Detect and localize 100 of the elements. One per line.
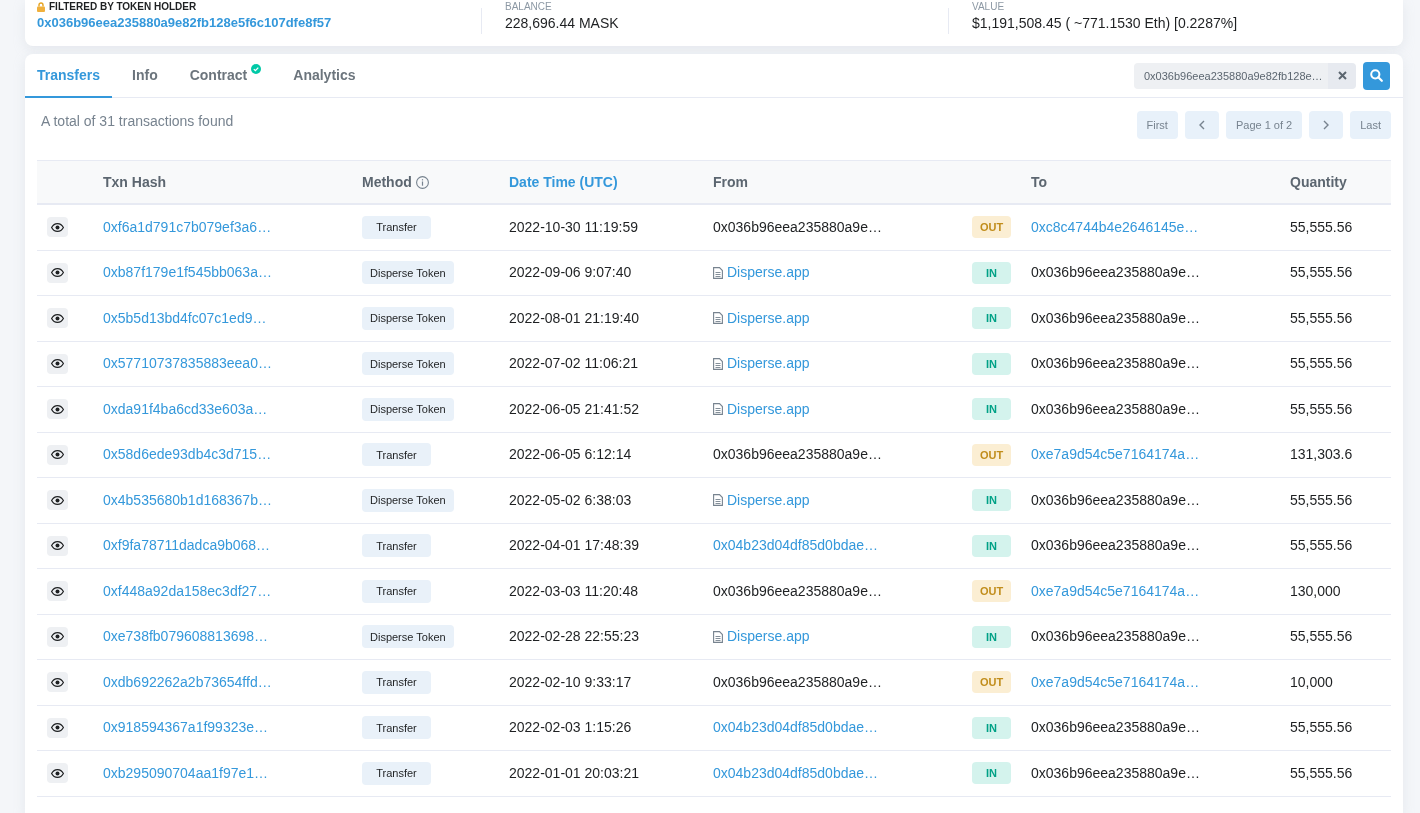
column-header-link[interactable]: Date Time (UTC) (509, 171, 618, 193)
from-address-link[interactable]: 0x04b23d04df85d0bdae… (713, 535, 879, 557)
to-address-link[interactable]: 0xe7a9d54c5e7164174a… (1031, 580, 1200, 602)
direction-tag: IN (972, 716, 1011, 739)
search-field[interactable]: 0x036b96eea235880a9e82fb128e… (1134, 62, 1328, 89)
info-icon (415, 175, 429, 189)
quantity-text: 55,555.56 (1290, 718, 1353, 738)
quantity-text: 55,555.56 (1290, 263, 1353, 283)
holder-address-link[interactable]: 0x036b96eea235880a9e82fb128e5f6c107dfe8f57 (37, 14, 332, 32)
txn-hash-link[interactable]: 0xda91f4ba6cd33e603a… (103, 398, 268, 420)
txn-hash-link[interactable]: 0x4b535680b1d168367b… (103, 489, 272, 511)
to-address: 0x036b96eea235880a9e… (1031, 354, 1200, 374)
contract-link[interactable]: Disperse.app (727, 353, 810, 375)
txn-hash-link[interactable]: 0xdb692262a2b73654ffd… (103, 671, 272, 693)
view-button[interactable] (47, 353, 68, 374)
first-page-button[interactable]: First (1136, 111, 1178, 139)
eye-icon (51, 450, 64, 460)
eye-icon (51, 541, 64, 551)
to-address-link[interactable]: 0xe7a9d54c5e7164174a… (1031, 444, 1200, 466)
view-button[interactable] (47, 763, 68, 784)
search-button[interactable] (1363, 61, 1390, 90)
contract-link[interactable]: Disperse.app (727, 489, 810, 511)
method-tag: Disperse Token (362, 261, 454, 285)
direction-tag: OUT (972, 216, 1011, 239)
view-button[interactable] (47, 717, 68, 738)
view-button[interactable] (47, 399, 68, 420)
document-icon (713, 357, 723, 370)
view-button[interactable] (47, 444, 68, 465)
column-header: From (713, 172, 748, 192)
eye-icon (51, 768, 64, 778)
quantity-text: 55,555.56 (1290, 763, 1353, 783)
tab[interactable]: Transfers (25, 54, 113, 98)
method-tag: Transfer (362, 579, 431, 603)
document-icon (713, 312, 723, 325)
tab[interactable]: Analytics (281, 54, 368, 98)
txn-hash-link[interactable]: 0x5b5d13bd4fc07c1ed9… (103, 307, 267, 329)
date-time-text: 2022-02-03 1:15:26 (509, 718, 632, 738)
direction-tag: OUT (972, 443, 1011, 466)
chevron-right-icon (1323, 120, 1330, 130)
close-icon (1337, 71, 1347, 80)
from-address-link[interactable]: 0x04b23d04df85d0bdae… (713, 717, 879, 739)
direction-tag: IN (972, 398, 1011, 421)
column-header: To (1031, 172, 1048, 192)
view-button[interactable] (47, 626, 68, 647)
date-time-text: 2022-06-05 6:12:14 (509, 445, 632, 465)
quantity-text: 55,555.56 (1290, 536, 1353, 556)
document-icon (713, 403, 723, 416)
tab[interactable]: Info (120, 54, 170, 98)
date-time-text: 2022-02-10 9:33:17 (509, 672, 632, 692)
value-label: VALUE (972, 0, 1005, 13)
view-button[interactable] (47, 672, 68, 693)
eye-icon (51, 677, 64, 687)
date-time-text: 2022-04-01 17:48:39 (509, 536, 639, 556)
to-address-link[interactable]: 0xe7a9d54c5e7164174a… (1031, 671, 1200, 693)
chevron-left-icon (1198, 120, 1205, 130)
method-tag: Transfer (362, 670, 431, 694)
clear-button[interactable] (1328, 62, 1356, 89)
view-button[interactable] (47, 535, 68, 556)
txn-hash-link[interactable]: 0x918594367a1f99323e… (103, 717, 269, 739)
view-button[interactable] (47, 262, 68, 283)
view-button[interactable] (47, 490, 68, 511)
quantity-text: 131,303.6 (1290, 445, 1353, 465)
column-header: Quantity (1290, 172, 1347, 192)
txn-hash-link[interactable]: 0x57710737835883eea0… (103, 353, 272, 375)
txn-hash-link[interactable]: 0xe738fb079608813698… (103, 626, 269, 648)
date-time-text: 2022-07-02 11:06:21 (509, 354, 638, 374)
date-time-text: 2022-01-01 20:03:21 (509, 763, 639, 783)
search-icon (1370, 69, 1383, 82)
txn-hash-link[interactable]: 0x58d6ede93db4c3d715… (103, 444, 272, 466)
direction-tag: IN (972, 352, 1011, 375)
from-address: 0x036b96eea235880a9e… (713, 217, 882, 237)
from-address-link[interactable]: 0x04b23d04df85d0bdae… (713, 762, 879, 784)
quantity-text: 55,555.56 (1290, 627, 1353, 647)
contract-link[interactable]: Disperse.app (727, 626, 810, 648)
to-address: 0x036b96eea235880a9e… (1031, 263, 1200, 283)
txn-hash-link[interactable]: 0xf6a1d791c7b079ef3a6… (103, 216, 272, 238)
txn-hash-link[interactable]: 0xb87f179e1f545bb063a… (103, 262, 272, 284)
eye-icon (51, 359, 64, 369)
date-time-text: 2022-05-02 6:38:03 (509, 490, 632, 510)
view-button[interactable] (47, 217, 68, 238)
to-address: 0x036b96eea235880a9e… (1031, 536, 1200, 556)
method-tag: Transfer (362, 716, 431, 740)
last-page-button[interactable]: Last (1350, 111, 1391, 139)
contract-link[interactable]: Disperse.app (727, 262, 810, 284)
contract-link[interactable]: Disperse.app (727, 307, 810, 329)
contract-link[interactable]: Disperse.app (727, 398, 810, 420)
txn-hash-link[interactable]: 0xb295090704aa1f97e1… (103, 762, 269, 784)
method-tag: Disperse Token (362, 625, 454, 649)
txn-hash-link[interactable]: 0xf9fa78711dadca9b068… (103, 535, 271, 557)
page-indicator: Page 1 of 2 (1225, 111, 1303, 139)
method-tag: Disperse Token (362, 488, 454, 512)
direction-tag: IN (972, 307, 1011, 330)
view-button[interactable] (47, 308, 68, 329)
to-address: 0x036b96eea235880a9e… (1031, 627, 1200, 647)
direction-tag: IN (972, 625, 1011, 648)
txn-hash-link[interactable]: 0xf448a92da158ec3df27… (103, 580, 272, 602)
view-button[interactable] (47, 581, 68, 602)
eye-icon (51, 495, 64, 505)
tab[interactable]: Contract (177, 54, 274, 98)
to-address-link[interactable]: 0xc8c4744b4e2646145e… (1031, 216, 1199, 238)
